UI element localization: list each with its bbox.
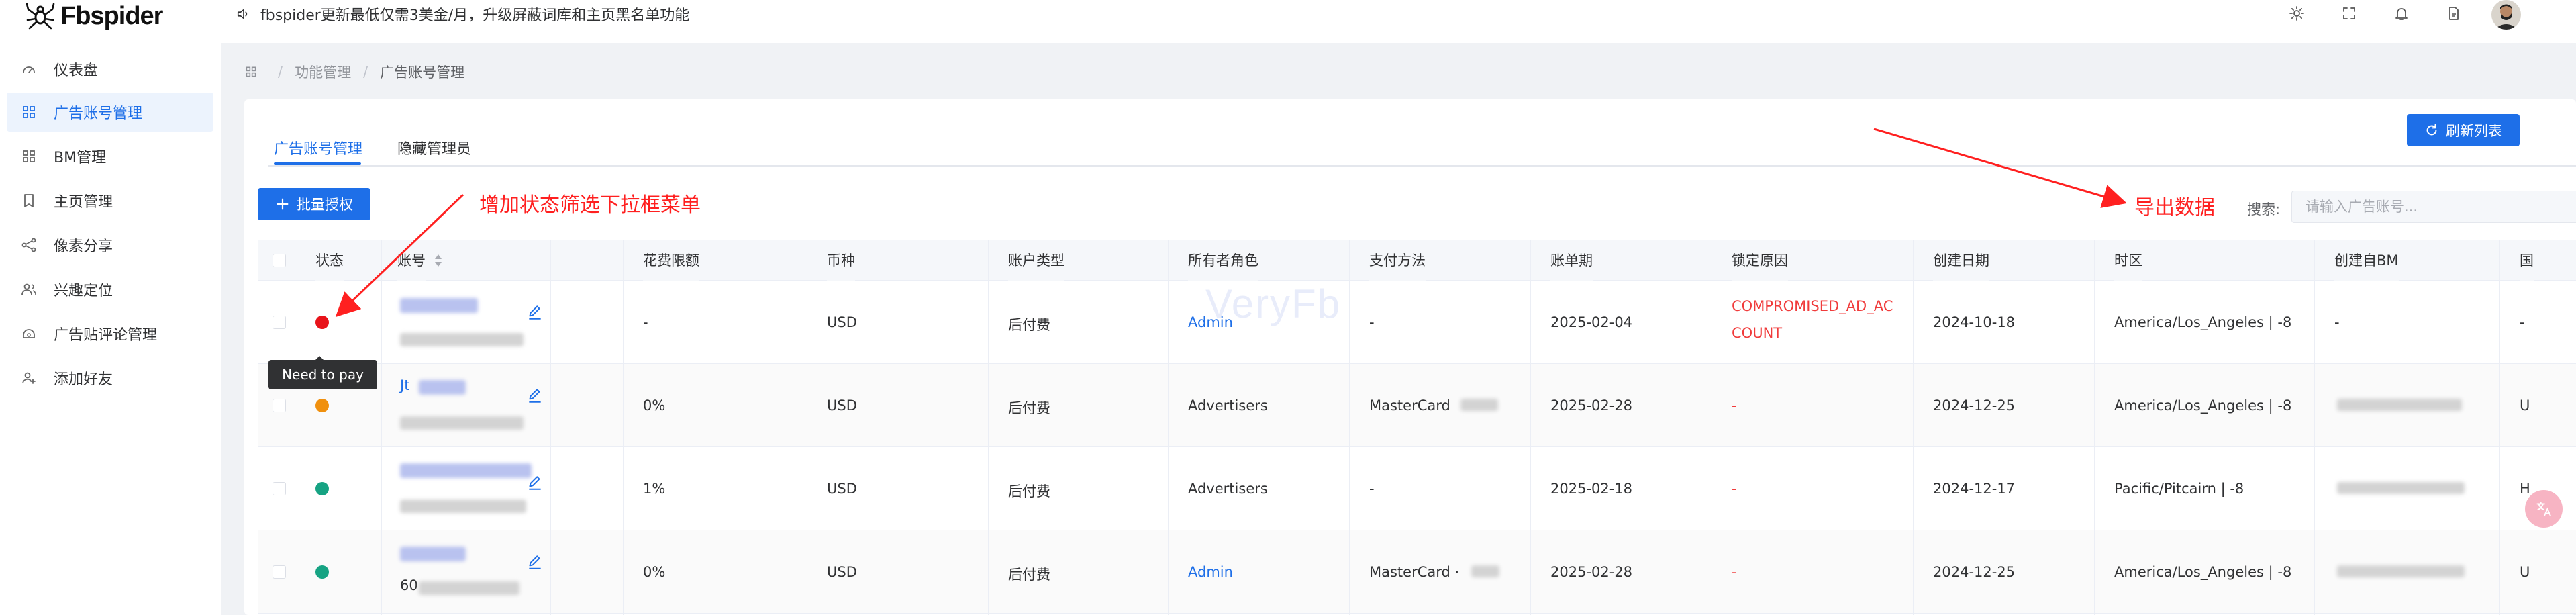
sidebar-item-add-friends[interactable]: 添加好友 xyxy=(7,359,213,397)
status-dot[interactable] xyxy=(315,316,329,329)
column-header-account[interactable]: 账号 xyxy=(397,240,426,281)
sidebar: 仪表盘 广告账号管理 BM管理 主页管理 像素分享 兴趣定位 广告贴评论管理 添… xyxy=(0,43,221,615)
column-header-account-type[interactable]: 账户类型 xyxy=(1008,240,1064,281)
account-name[interactable]: Jt xyxy=(400,377,409,393)
tab-ad-accounts[interactable]: 广告账号管理 xyxy=(274,137,362,164)
comment-icon xyxy=(20,325,38,342)
export-annotation: 导出数据 xyxy=(2134,196,2215,220)
breadcrumb: / 功能管理 / 广告账号管理 xyxy=(244,60,464,83)
account-name-redacted[interactable] xyxy=(419,380,466,395)
card-number-redacted xyxy=(1460,399,1498,411)
row-checkbox[interactable] xyxy=(273,399,286,412)
edit-icon[interactable] xyxy=(526,387,544,404)
bookmark-icon xyxy=(20,192,38,209)
bm-redacted xyxy=(2337,399,2462,411)
speaker-icon xyxy=(237,9,248,19)
search-input[interactable] xyxy=(2291,191,2576,223)
lock-reason-cont: COUNT xyxy=(1732,325,1783,341)
fullscreen-icon[interactable] xyxy=(2340,4,2359,23)
status-tooltip: Need to pay xyxy=(268,356,377,389)
search-label: 搜索: xyxy=(2247,201,2281,218)
ad-accounts-table: 状态 账号 花费限额 币种 账户类型 所有者角色 支付方法 账单期 锁定原因 创… xyxy=(258,240,2576,615)
theme-toggle-icon[interactable] xyxy=(2287,4,2306,23)
table-row[interactable]: 60 0% USD 后付费 Admin MasterCard · 2025-02… xyxy=(258,530,2576,614)
column-header-billing[interactable]: 账单期 xyxy=(1550,240,1593,281)
batch-authorize-button[interactable]: 批量授权 xyxy=(258,188,370,220)
top-header: Fbspider fbspider更新最低仅需3美金/月，升级屏蔽词库和主页黑名… xyxy=(0,0,2576,43)
account-id-redacted xyxy=(400,416,524,430)
lock-reason: COMPROMISED_AD_AC xyxy=(1732,298,1893,314)
account-id-redacted xyxy=(400,500,526,513)
watermark: VeryFb xyxy=(1205,281,1342,326)
share-icon xyxy=(20,236,38,254)
sort-icon[interactable] xyxy=(432,252,444,269)
select-all-checkbox[interactable] xyxy=(273,254,286,267)
logo[interactable]: Fbspider xyxy=(26,1,163,31)
active-tab-indicator xyxy=(274,162,361,165)
refresh-icon xyxy=(2426,124,2437,136)
account-id: 60 xyxy=(400,577,418,594)
status-dot[interactable] xyxy=(315,399,329,412)
breadcrumb-current: 广告账号管理 xyxy=(380,64,465,81)
column-header-lock-reason[interactable]: 锁定原因 xyxy=(1732,240,1788,281)
tab-hidden-admins[interactable]: 隐藏管理员 xyxy=(397,137,471,164)
account-name-redacted[interactable] xyxy=(400,298,478,313)
announcement-bar: fbspider更新最低仅需3美金/月，升级屏蔽词库和主页黑名单功能 xyxy=(236,2,689,26)
row-checkbox[interactable] xyxy=(273,482,286,495)
users-icon xyxy=(20,281,38,298)
sidebar-item-pixel-share[interactable]: 像素分享 xyxy=(7,226,213,265)
column-header-created-from-bm[interactable]: 创建自BM xyxy=(2334,240,2399,281)
table-row[interactable]: 1% USD 后付费 Advertisers - 2025-02-18 - 20… xyxy=(258,447,2576,530)
sidebar-item-interest[interactable]: 兴趣定位 xyxy=(7,270,213,309)
edit-icon[interactable] xyxy=(526,303,544,321)
translate-float-button[interactable] xyxy=(2525,490,2563,528)
grid-icon xyxy=(20,148,38,165)
logo-text: Fbspider xyxy=(60,1,163,30)
home-grid-icon[interactable] xyxy=(244,65,258,79)
column-header-currency[interactable]: 币种 xyxy=(827,240,855,281)
column-header-owner-role[interactable]: 所有者角色 xyxy=(1188,240,1258,281)
sidebar-item-bm[interactable]: BM管理 xyxy=(7,137,213,176)
document-icon[interactable] xyxy=(2444,4,2463,23)
status-dot[interactable] xyxy=(315,482,329,495)
translate-icon xyxy=(2536,502,2551,516)
account-id-redacted xyxy=(419,581,519,595)
account-name-redacted[interactable] xyxy=(400,463,532,478)
user-avatar[interactable] xyxy=(2491,0,2521,30)
bm-redacted xyxy=(2337,565,2465,577)
announcement-text: fbspider更新最低仅需3美金/月，升级屏蔽词库和主页黑名单功能 xyxy=(260,7,690,24)
sidebar-item-ad-accounts[interactable]: 广告账号管理 xyxy=(7,93,213,132)
account-id-redacted xyxy=(400,333,524,346)
breadcrumb-item[interactable]: 功能管理 xyxy=(295,62,351,82)
account-name-redacted[interactable] xyxy=(400,547,466,561)
row-checkbox[interactable] xyxy=(273,565,286,579)
bm-redacted xyxy=(2337,482,2465,494)
edit-icon[interactable] xyxy=(526,553,544,571)
grid-icon xyxy=(20,103,38,121)
sidebar-item-dashboard[interactable]: 仪表盘 xyxy=(7,50,213,89)
column-header-timezone[interactable]: 时区 xyxy=(2114,240,2142,281)
card-number-redacted xyxy=(1471,565,1499,577)
column-header-payment[interactable]: 支付方法 xyxy=(1369,240,1426,281)
edit-icon[interactable] xyxy=(526,474,544,491)
main-card: 广告账号管理 隐藏管理员 刷新列表 批量授权 搜索: 状态 账号 花费限额 币种… xyxy=(244,99,2576,615)
filter-annotation: 增加状态筛选下拉框菜单 xyxy=(479,193,701,217)
sidebar-item-comments[interactable]: 广告贴评论管理 xyxy=(7,314,213,353)
column-header-status[interactable]: 状态 xyxy=(315,240,344,281)
status-dot[interactable] xyxy=(315,565,329,579)
table-row[interactable]: - USD 后付费 Admin - 2025-02-04 COMPROMISED… xyxy=(258,281,2576,364)
column-header-spend-limit[interactable]: 花费限额 xyxy=(643,240,699,281)
add-user-icon xyxy=(20,369,38,387)
column-header-country[interactable]: 国 xyxy=(2520,240,2534,281)
table-row[interactable]: Jt 0% USD 后付费 Advertisers MasterCard 202… xyxy=(258,364,2576,447)
dashboard-icon xyxy=(20,60,38,78)
sidebar-item-pages[interactable]: 主页管理 xyxy=(7,181,213,220)
column-header-created[interactable]: 创建日期 xyxy=(1933,240,1989,281)
row-checkbox[interactable] xyxy=(273,316,286,329)
spider-logo-icon xyxy=(26,3,55,30)
bell-icon[interactable] xyxy=(2392,4,2411,23)
owner-role-link[interactable]: Admin xyxy=(1188,564,1233,580)
refresh-list-button[interactable]: 刷新列表 xyxy=(2407,114,2520,146)
plus-icon xyxy=(277,198,289,210)
